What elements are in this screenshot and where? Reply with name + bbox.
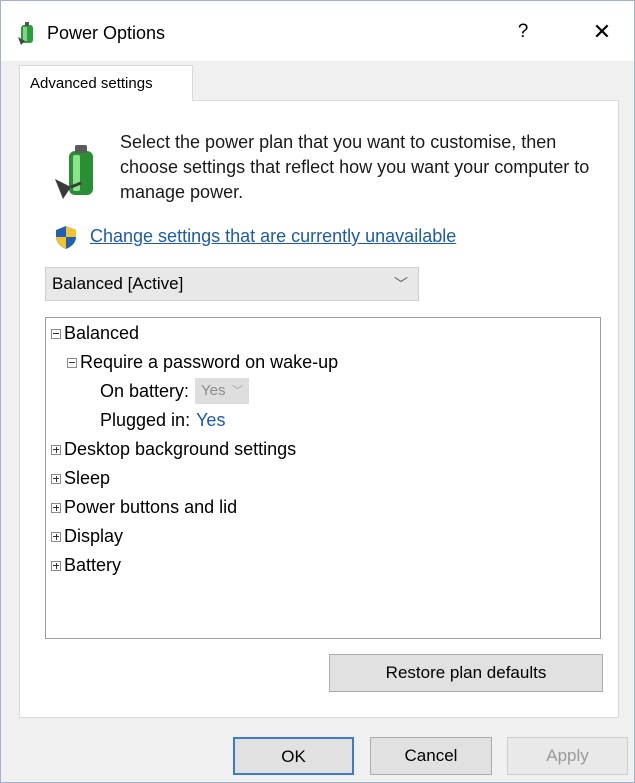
expand-icon[interactable]	[51, 444, 61, 455]
expand-icon[interactable]	[51, 531, 61, 542]
change-unavailable-settings-link[interactable]: Change settings that are currently unava…	[90, 226, 456, 247]
tree-node-desktop-background[interactable]: Desktop background settings	[51, 439, 296, 460]
cancel-button[interactable]: Cancel	[370, 737, 492, 775]
collapse-icon[interactable]	[67, 357, 77, 368]
tree-node-label: Display	[64, 526, 124, 546]
tree-node-label: Power buttons and lid	[64, 497, 238, 517]
uac-shield-icon	[56, 226, 76, 249]
tree-node-label: Battery	[64, 555, 122, 575]
chevron-down-icon: ﹀	[232, 385, 244, 397]
title-bar: Power Options ? ✕	[1, 1, 634, 61]
battery-plug-icon	[55, 145, 93, 199]
expand-icon[interactable]	[51, 473, 61, 484]
on-battery-label: On battery:	[100, 380, 190, 401]
plugged-in-label: Plugged in:	[100, 410, 191, 430]
tree-node-label: Desktop background settings	[64, 439, 297, 459]
tree-node-balanced[interactable]: Balanced	[51, 323, 139, 344]
tree-node-battery[interactable]: Battery	[51, 555, 121, 576]
plugged-in-value[interactable]: Yes	[196, 410, 225, 431]
tree-node-power-buttons[interactable]: Power buttons and lid	[51, 497, 237, 518]
tree-node-sleep[interactable]: Sleep	[51, 468, 110, 489]
chevron-down-icon: ﹀	[394, 276, 408, 292]
expand-icon[interactable]	[51, 502, 61, 513]
tree-node-label: Require a password on wake-up	[80, 352, 339, 372]
settings-tree[interactable]: Balanced Require a password on wake-up O…	[45, 317, 601, 639]
on-battery-value: Yes	[201, 382, 226, 399]
on-battery-select[interactable]: Yes ﹀	[195, 378, 250, 404]
power-plan-value: Balanced [Active]	[52, 274, 184, 293]
window-title: Power Options	[47, 23, 166, 43]
tree-node-display[interactable]: Display	[51, 526, 123, 547]
power-plan-dropdown[interactable]: Balanced [Active] ﹀	[45, 267, 419, 301]
plugged-in-setting: Plugged in: Yes	[100, 410, 225, 431]
tree-node-label: Sleep	[64, 468, 111, 488]
collapse-icon[interactable]	[51, 328, 61, 339]
description-text: Select the power plan that you want to c…	[120, 132, 590, 202]
ok-button[interactable]: OK	[233, 737, 354, 775]
help-button[interactable]: ?	[508, 17, 538, 47]
apply-button[interactable]: Apply	[507, 737, 628, 775]
on-battery-setting: On battery: Yes ﹀	[100, 378, 250, 404]
tab-advanced-settings[interactable]: Advanced settings	[19, 65, 193, 101]
tree-node-require-password[interactable]: Require a password on wake-up	[67, 352, 338, 373]
close-button[interactable]: ✕	[585, 17, 619, 47]
power-plan-icon	[18, 22, 33, 45]
power-options-window: Power Options ? ✕ Advanced settings Sele…	[0, 0, 635, 783]
restore-plan-defaults-button[interactable]: Restore plan defaults	[329, 654, 603, 692]
expand-icon[interactable]	[51, 560, 61, 571]
tree-node-label: Balanced	[64, 323, 140, 343]
